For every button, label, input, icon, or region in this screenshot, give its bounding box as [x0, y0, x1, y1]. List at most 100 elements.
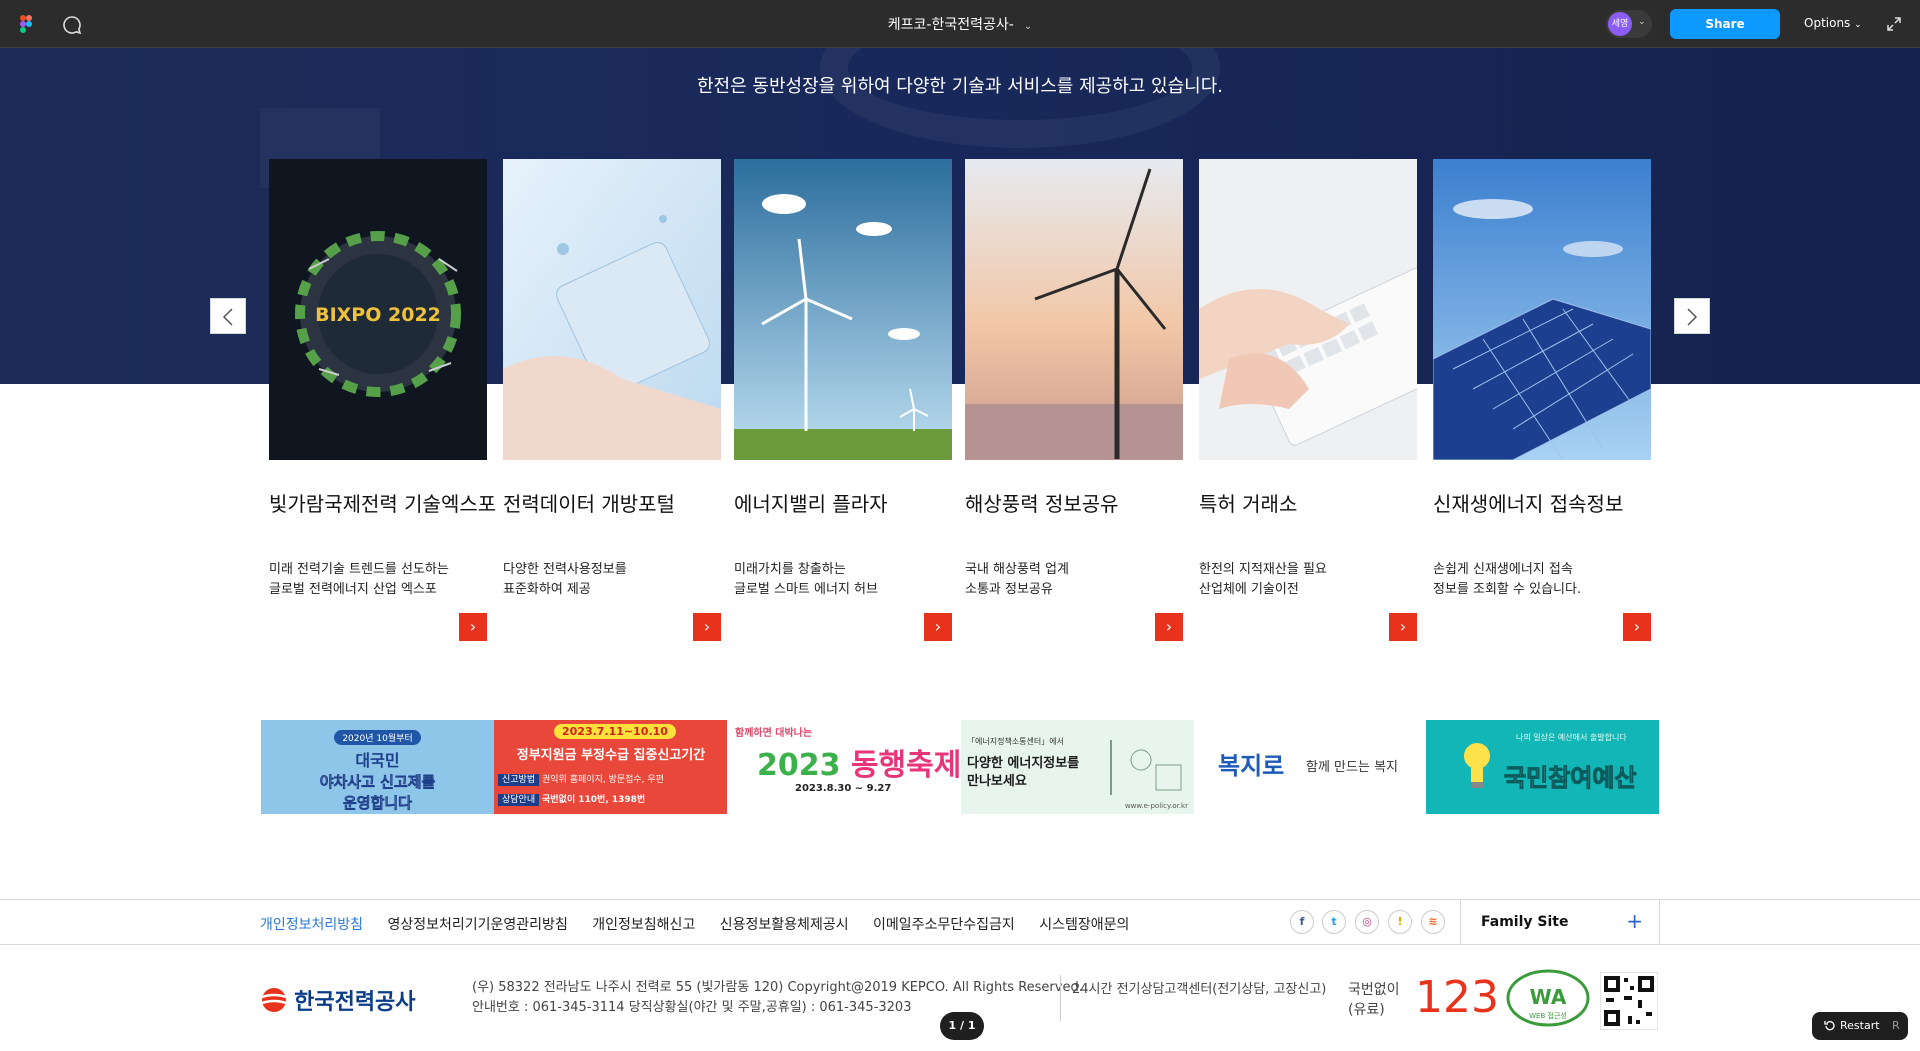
card-title: 에너지밸리 플라자 — [734, 492, 888, 516]
service-card[interactable]: 특허 거래소 한전의 지적재산을 필요 산업체에 기술이전 › — [1199, 159, 1417, 641]
divider — [1060, 975, 1061, 1021]
card-image — [965, 159, 1183, 460]
banner-line: 신고방법 권익위 홈페이지, 방문접수, 우편 — [498, 772, 664, 786]
options-menu[interactable]: Options ⌄ — [1804, 16, 1862, 30]
chevron-right-icon: › — [1165, 617, 1173, 636]
restart-shortcut: R — [1892, 1019, 1900, 1032]
chevron-down-icon: ⌄ — [1023, 21, 1033, 32]
card-description: 국내 해상풍력 업계 소통과 정보공유 — [965, 560, 1195, 600]
footer-link-privacy[interactable]: 개인정보처리방침 — [260, 917, 363, 933]
banner-participatory-budget[interactable]: 나의 일상은 예산에서 출발합니다 국민참여예산 — [1426, 720, 1659, 814]
card-go-button[interactable]: › — [1623, 613, 1651, 641]
service-card[interactable]: 에너지밸리 플라자 미래가치를 창출하는 글로벌 스마트 에너지 허브 › — [734, 159, 952, 641]
illustration-icon — [1110, 740, 1182, 795]
card-description: 손쉽게 신재생에너지 접속 정보를 조회할 수 있습니다. — [1433, 560, 1663, 600]
restart-button[interactable]: Restart R — [1812, 1012, 1908, 1040]
card-image — [503, 159, 721, 460]
bixpo-logo: BIXPO 2022 — [315, 304, 441, 326]
card-desc-line: 손쉽게 신재생에너지 접속 — [1433, 562, 1573, 577]
carousel-prev-button[interactable] — [210, 298, 246, 334]
qr-code-icon[interactable] — [1600, 972, 1658, 1030]
wa-label: WA — [1530, 985, 1567, 1009]
section-subtitle: 한전은 동반성장을 위하여 다양한 기술과 서비스를 제공하고 있습니다. — [696, 76, 1223, 97]
card-desc-line: 한전의 지적재산을 필요 — [1199, 562, 1327, 577]
banner-title-text: 동행축제 — [850, 748, 960, 783]
chevron-right-icon: › — [469, 617, 477, 636]
card-title: 해상풍력 정보공유 — [965, 492, 1119, 516]
banner-kicker: 2020년 10월부터 — [334, 730, 421, 745]
footer-nav: 개인정보처리방침 영상정보처리기기운영관리방침 개인정보침해신고 신용정보활용체… — [0, 899, 1920, 945]
file-title-text: 케프코-한국전력공사- — [887, 17, 1014, 33]
card-title: 빛가람국제전력 기술엑스포 — [269, 492, 497, 516]
banner-subsidy-report[interactable]: 2023.7.11~10.10 정부지원금 부정수급 집중신고기간 신고방법 권… — [494, 720, 727, 814]
banner-accident-report[interactable]: 2020년 10월부터 대국민 야차사고 신고제를 운영합니다 — [261, 720, 494, 814]
banner-energy-policy[interactable]: 「에너지정책소통센터」에서 다양한 에너지정보를 만나보세요 www.e-pol… — [961, 720, 1194, 814]
kepco-logo[interactable]: 한국전력공사 — [259, 984, 416, 1016]
plus-icon: + — [1626, 909, 1643, 933]
address-line: (우) 58322 전라남도 나주시 전력로 55 (빛가람동 120) Cop… — [472, 980, 1083, 995]
chevron-left-icon — [222, 308, 233, 326]
banner-kicker: 함께하면 대박나는 — [735, 728, 813, 739]
banner-tag: 신고방법 — [498, 774, 540, 786]
service-card[interactable]: BIXPO 2022 빛가람국제전력 기술엑스포 미래 전력기술 트렌드를 선도… — [269, 159, 496, 641]
address-line: 안내번호 : 061-345-3114 당직상황실(야간 및 주말,공휴일) :… — [472, 1000, 912, 1015]
chevron-right-icon: › — [1633, 617, 1641, 636]
carousel-next-button[interactable] — [1674, 298, 1710, 334]
banner-title: 정부지원금 부정수급 집중신고기간 — [516, 748, 706, 763]
banner-tagline: 함께 만드는 복지 — [1306, 760, 1398, 775]
bokjiro-logo: 복지로 — [1218, 752, 1285, 780]
footer-links: 개인정보처리방침 영상정보처리기기운영관리방침 개인정보침해신고 신용정보활용체… — [260, 914, 1149, 934]
banner-text: 2020년 10월부터 대국민 야차사고 신고제를 운영합니다 — [261, 720, 494, 813]
expand-icon[interactable] — [1886, 16, 1902, 32]
banner-line: 야차사고 신고제를 — [319, 773, 436, 792]
kepco-logo-text: 한국전력공사 — [294, 990, 416, 1015]
card-go-button[interactable]: › — [924, 613, 952, 641]
user-avatar-menu[interactable]: 세영 ⌄ — [1606, 10, 1652, 38]
banner-line: 운영합니다 — [342, 794, 413, 813]
footer-link-credit-info[interactable]: 신용정보활용체제공시 — [720, 917, 849, 933]
no-area-code-line: 국번없이 — [1348, 982, 1400, 998]
chevron-down-icon: ⌄ — [1854, 20, 1862, 30]
kakao-icon[interactable]: ! — [1388, 910, 1412, 934]
service-card[interactable]: 신재생에너지 접속정보 손쉽게 신재생에너지 접속 정보를 조회할 수 있습니다.… — [1433, 159, 1651, 641]
banner-tag: 상담안내 — [498, 794, 540, 806]
service-card[interactable]: 전력데이터 개방포털 다양한 전력사용정보를 표준화하여 제공 › — [503, 159, 721, 641]
footer-link-privacy-report[interactable]: 개인정보침해신고 — [592, 917, 695, 933]
twitter-icon[interactable]: t — [1322, 910, 1346, 934]
card-description: 한전의 지적재산을 필요산업체에 기술이전 — [1199, 560, 1429, 600]
facebook-icon[interactable]: f — [1290, 910, 1314, 934]
lightbulb-icon — [1464, 743, 1490, 788]
card-go-button[interactable]: › — [693, 613, 721, 641]
card-desc-line: 소통과 정보공유 — [965, 582, 1053, 597]
instagram-icon[interactable]: ◎ — [1355, 910, 1379, 934]
restart-icon — [1824, 1021, 1835, 1031]
share-prototype-button[interactable]: Share prototype — [1670, 9, 1780, 61]
banner-bokjiro[interactable]: 복지로 함께 만드는 복지 — [1194, 720, 1427, 814]
footer-link-cctv[interactable]: 영상정보처리기기운영관리방침 — [388, 917, 568, 933]
card-go-button[interactable]: › — [459, 613, 487, 641]
service-card[interactable]: 해상풍력 정보공유 국내 해상풍력 업계 소통과 정보공유 › — [965, 159, 1183, 641]
banner-text: 권익위 홈페이지, 방문접수, 우편 — [542, 775, 664, 785]
call-number: 123 — [1415, 972, 1499, 1023]
background-decoration — [820, 48, 1220, 148]
rss-icon[interactable]: ≋ — [1421, 910, 1445, 934]
card-go-button[interactable]: › — [1155, 613, 1183, 641]
banner-festival[interactable]: 함께하면 대박나는 2023 동행축제 2023.8.30 ~ 9.27 — [727, 720, 960, 814]
options-label: Options — [1804, 16, 1851, 30]
card-desc-line: 산업체에 기술이전 — [1199, 582, 1299, 597]
card-description: 미래 전력기술 트렌드를 선도하는 글로벌 전력에너지 산업 엑스포 — [269, 560, 499, 600]
card-go-button[interactable]: › — [1389, 613, 1417, 641]
footer-link-system-inquiry[interactable]: 시스템장애문의 — [1039, 917, 1129, 933]
family-site-select[interactable]: Family Site + — [1460, 900, 1660, 945]
footer-address: (우) 58322 전라남도 나주시 전력로 55 (빛가람동 120) Cop… — [472, 978, 1083, 1018]
card-title: 신재생에너지 접속정보 — [1433, 492, 1624, 516]
footer-link-email-policy[interactable]: 이메일주소무단수집금지 — [873, 917, 1015, 933]
banner-text: 국번없이 110번, 1398번 — [542, 795, 646, 805]
banner-year: 2023 — [757, 748, 841, 783]
wa-sub: WEB 접근성 — [1529, 1011, 1567, 1020]
banner-kicker: 「에너지정책소통센터」에서 — [967, 737, 1064, 746]
banner-kicker: 나의 일상은 예산에서 출발합니다 — [1516, 733, 1627, 742]
card-desc-line: 다양한 전력사용정보를 — [503, 562, 627, 577]
chevron-down-icon: ⌄ — [1638, 17, 1646, 27]
card-image — [734, 159, 952, 460]
